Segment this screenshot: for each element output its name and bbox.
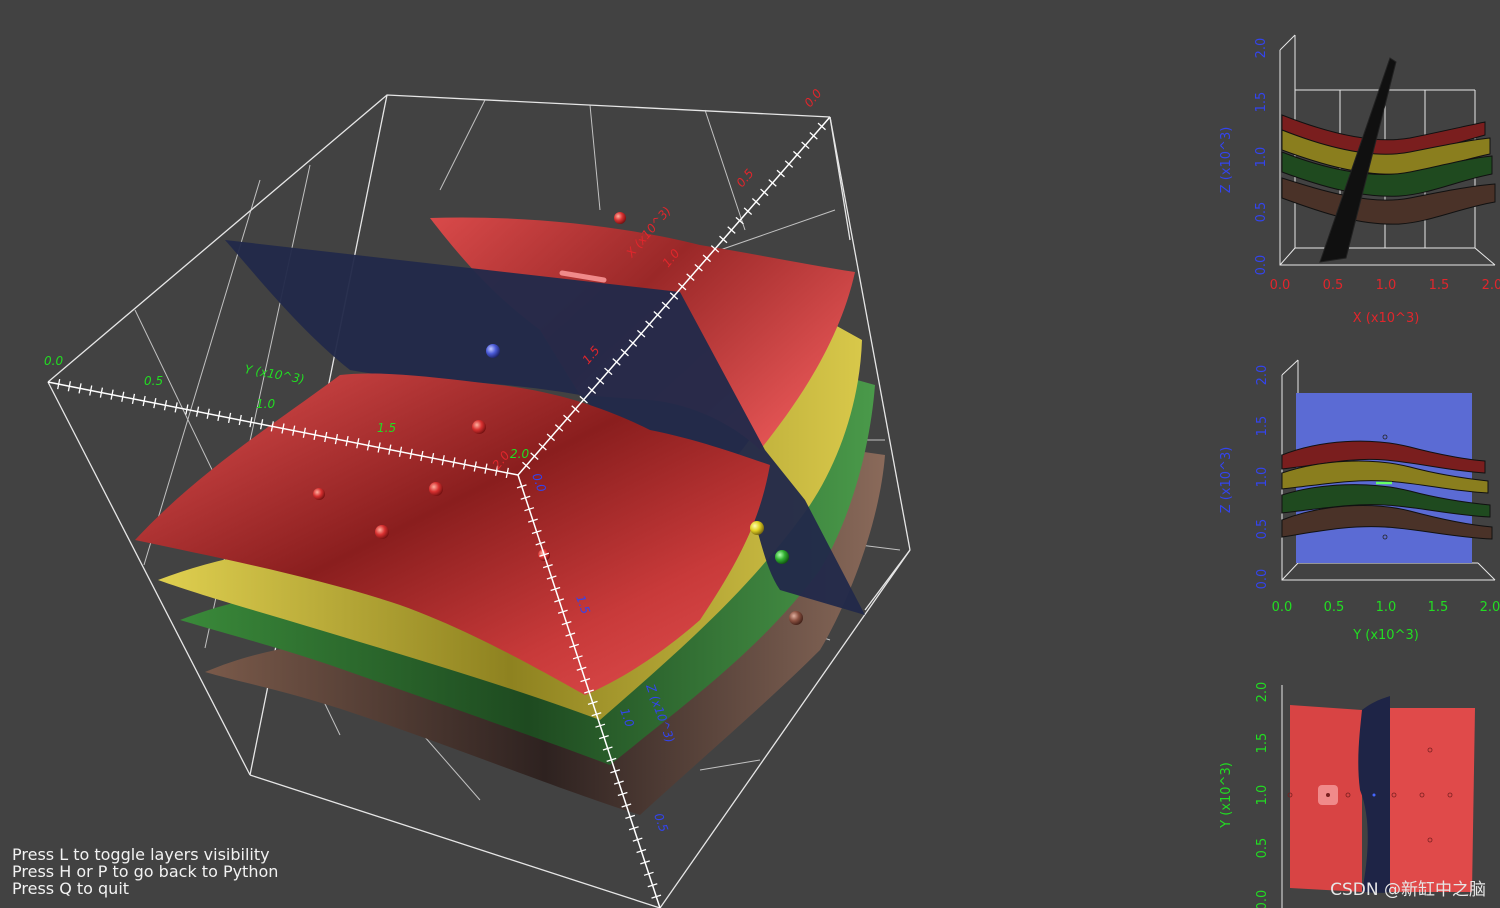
tick-label: 1.0	[1376, 278, 1397, 293]
x-tick-label: 0.5	[734, 166, 757, 190]
z-tick-label: 0.5	[651, 811, 671, 834]
y-tick-label: 0.5	[144, 374, 163, 388]
data-point-red	[472, 420, 486, 434]
data-point-red	[614, 212, 626, 224]
tick-label: 0.0	[1272, 600, 1293, 615]
panel-vertical-ticks: 2.0 1.5 1.0 0.5 0.0 Y (x10^3)	[1219, 682, 1270, 908]
section-layers	[1281, 57, 1496, 263]
tick-label: 1.0	[1376, 600, 1397, 615]
horizontal-axis-title: Y (x10^3)	[1352, 628, 1419, 643]
tick-label: 1.5	[1429, 278, 1450, 293]
tick-label: 2.0	[1482, 278, 1500, 293]
tick-label: 1.5	[1428, 600, 1449, 615]
data-point-red	[313, 488, 325, 500]
keyboard-help: Press L to toggle layers visibility Pres…	[12, 846, 278, 897]
data-point-green	[775, 550, 789, 564]
vertical-axis-title: Z (x10^3)	[1219, 447, 1234, 514]
tick-label: 1.0	[1255, 785, 1270, 806]
y-tick-label: 0.0	[44, 354, 63, 368]
x-tick-label: 0.0	[802, 86, 825, 110]
tick-label: 0.0	[1270, 278, 1291, 293]
vertical-axis-title: Y (x10^3)	[1219, 762, 1234, 829]
data-point-yellow	[750, 521, 764, 535]
panel-horizontal-ticks: 0.0 0.5 1.0 1.5 2.0 Y (x10^3)	[1272, 600, 1500, 643]
data-point-red	[429, 482, 443, 496]
main-3d-viewport[interactable]: 0.0 0.5 1.0 1.5 2.0 Y (x10^3) 0.0 0.5 1.…	[0, 0, 1190, 908]
tick-label: 0.0	[1254, 255, 1269, 276]
tick-label: 1.5	[1255, 733, 1270, 754]
tick-label: 1.5	[1255, 416, 1270, 437]
data-point-blue	[486, 344, 500, 358]
tick-label: 0.5	[1324, 600, 1345, 615]
tick-label: 2.0	[1255, 365, 1270, 386]
tick-label: 0.0	[1255, 890, 1270, 908]
data-point-brown	[789, 611, 803, 625]
tick-label: 0.0	[1255, 569, 1270, 590]
tick-label: 1.0	[1254, 147, 1269, 168]
tick-label: 2.0	[1480, 600, 1500, 615]
panel-vertical-ticks: 2.0 1.5 1.0 0.5 0.0 Z (x10^3)	[1219, 365, 1270, 590]
section-layers	[1287, 696, 1475, 893]
y-tick-label: 1.0	[256, 397, 275, 411]
data-point-red	[375, 525, 389, 539]
tick-label: 1.5	[1254, 92, 1269, 113]
tick-label: 2.0	[1255, 682, 1270, 703]
vertical-axis-title: Z (x10^3)	[1219, 127, 1234, 194]
horizontal-axis-title: X (x10^3)	[1353, 311, 1420, 326]
y-tick-label: 2.0	[510, 447, 529, 461]
watermark: CSDN @新缸中之脑	[1330, 880, 1486, 900]
help-line: Press H or P to go back to Python	[12, 862, 279, 881]
y-axis-title: Y (x10^3)	[243, 362, 305, 386]
tick-label: 0.5	[1254, 202, 1269, 223]
help-line: Press L to toggle layers visibility	[12, 845, 270, 864]
y-tick-label: 1.5	[377, 421, 396, 435]
panel-horizontal-ticks: 0.0 0.5 1.0 1.5 2.0 X (x10^3)	[1270, 278, 1500, 326]
tick-label: 1.0	[1255, 467, 1270, 488]
section-view-xz[interactable]: 2.0 1.5 1.0 0.5 0.0 Z (x10^3) 0.0 0.5 1.…	[1210, 30, 1500, 330]
tick-label: 2.0	[1254, 38, 1269, 59]
panel-vertical-ticks: 2.0 1.5 1.0 0.5 0.0 Z (x10^3)	[1219, 38, 1269, 276]
section-view-yz[interactable]: 2.0 1.5 1.0 0.5 0.0 Z (x10^3) 0.0 0.5 1.…	[1210, 355, 1500, 645]
section-view-xy[interactable]: 2.0 1.5 1.0 0.5 0.0 Y (x10^3)	[1210, 670, 1500, 908]
tick-label: 0.5	[1255, 519, 1270, 540]
tick-label: 0.5	[1255, 838, 1270, 859]
tick-label: 0.5	[1323, 278, 1344, 293]
help-line: Press Q to quit	[12, 879, 130, 898]
